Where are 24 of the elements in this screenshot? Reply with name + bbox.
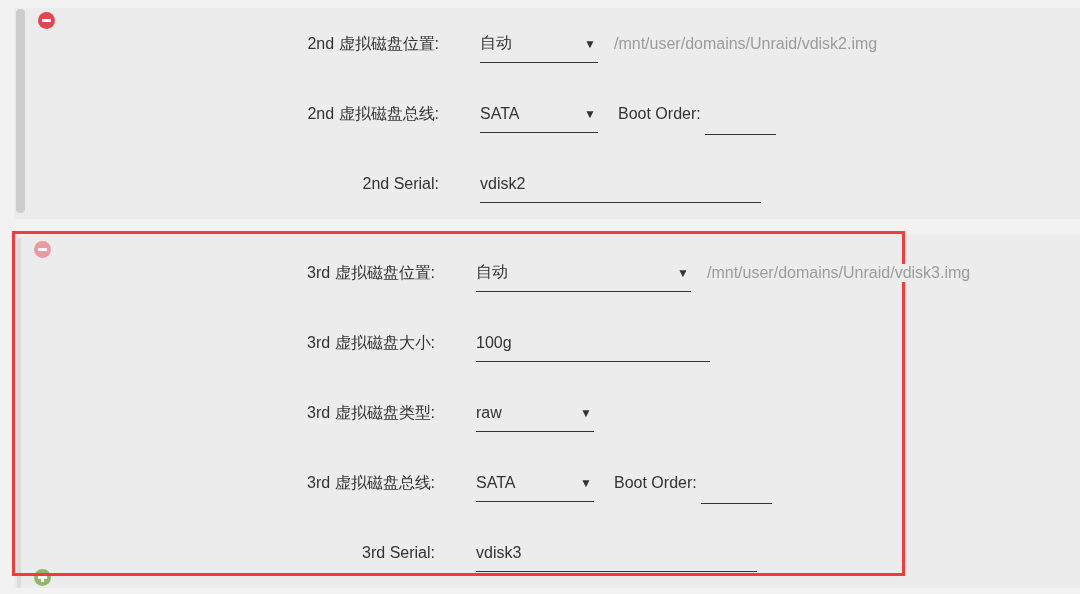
field-label: 3rd 虚拟磁盘大小: — [306, 332, 436, 353]
field-label: 2nd 虚拟磁盘位置: — [306, 33, 440, 54]
scrollbar-thumb[interactable] — [16, 9, 25, 213]
select-field[interactable]: 自动 ▼ — [476, 254, 691, 292]
field-label: 3rd 虚拟磁盘总线: — [306, 472, 436, 493]
file-path: /mnt/user/domains/Unraid/vdisk2.img — [612, 35, 880, 53]
remove-icon[interactable] — [34, 241, 51, 258]
input-field[interactable]: 100g — [476, 324, 710, 362]
field-label: Boot Order: — [618, 105, 701, 123]
select-field[interactable]: SATA ▼ — [476, 464, 594, 502]
field-label: 2nd Serial: — [361, 175, 440, 193]
select-field[interactable]: raw ▼ — [476, 394, 594, 432]
select-field[interactable]: SATA ▼ — [480, 95, 598, 133]
file-path: /mnt/user/domains/Unraid/vdisk3.img — [705, 264, 973, 282]
select-field[interactable]: 自动 ▼ — [480, 25, 598, 63]
remove-icon[interactable] — [38, 12, 55, 29]
input-field[interactable]: vdisk2 — [480, 165, 761, 203]
field-label: Boot Order: — [614, 474, 697, 492]
field-label: 3rd 虚拟磁盘位置: — [306, 262, 436, 283]
field-label: 3rd Serial: — [361, 544, 436, 562]
field-label: 3rd 虚拟磁盘类型: — [306, 402, 436, 423]
field-label: 2nd 虚拟磁盘总线: — [306, 103, 440, 124]
add-icon[interactable] — [34, 569, 51, 586]
input-field[interactable]: vdisk3 — [476, 534, 757, 572]
